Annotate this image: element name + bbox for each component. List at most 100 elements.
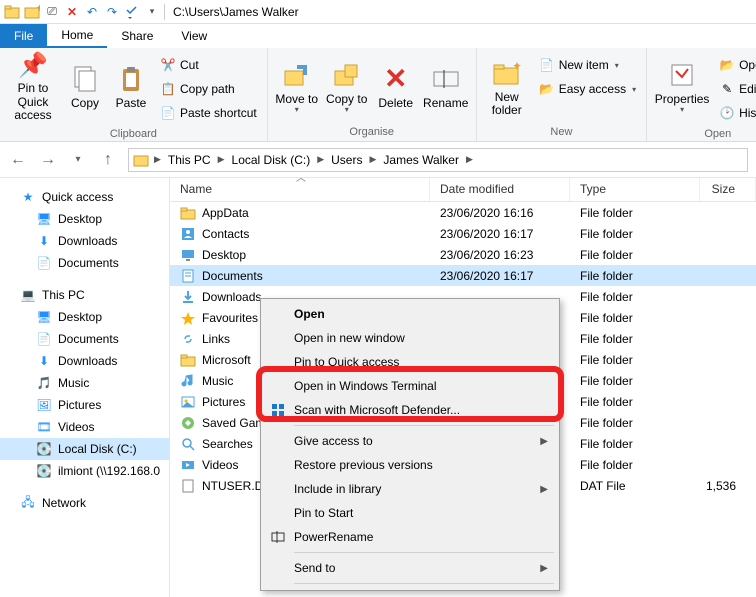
menu-item[interactable]: Scan with Microsoft Defender...: [264, 398, 556, 422]
menu-item[interactable]: Send to▶: [264, 556, 556, 580]
folder-icon[interactable]: [4, 4, 20, 20]
sidebar-item-music[interactable]: 🎵Music: [0, 372, 169, 394]
chevron-right-icon[interactable]: ▶: [314, 154, 327, 165]
sidebar-item-network[interactable]: 🖧Network: [0, 492, 169, 514]
breadcrumb-seg-3[interactable]: James Walker: [379, 153, 463, 167]
new-item-button[interactable]: 📄New item▾: [535, 54, 640, 76]
rename-button[interactable]: Rename: [422, 52, 470, 122]
menu-item[interactable]: Open: [264, 302, 556, 326]
table-row[interactable]: AppData23/06/2020 16:16File folder: [170, 202, 756, 223]
file-type: DAT File: [570, 479, 700, 493]
chevron-right-icon[interactable]: ▶: [366, 154, 379, 165]
sidebar-item-pictures[interactable]: 🖼Pictures: [0, 394, 169, 416]
table-row[interactable]: Desktop23/06/2020 16:23File folder: [170, 244, 756, 265]
paste-button[interactable]: Paste: [110, 52, 152, 122]
column-size[interactable]: Size: [700, 178, 756, 201]
rename-icon: [430, 63, 462, 95]
documents-icon: 📄: [36, 331, 52, 347]
breadcrumb-seg-1[interactable]: Local Disk (C:): [228, 153, 315, 167]
history-button[interactable]: 🕑History: [715, 102, 756, 124]
menu-item[interactable]: Include in library▶: [264, 477, 556, 501]
table-row[interactable]: Documents23/06/2020 16:17File folder: [170, 265, 756, 286]
sidebar-item-this-pc[interactable]: 💻This PC: [0, 284, 169, 306]
menu-item[interactable]: Restore previous versions: [264, 453, 556, 477]
sidebar-item-desktop2[interactable]: 🖥Desktop: [0, 306, 169, 328]
sidebar-item-desktop[interactable]: 🖥Desktop: [0, 208, 169, 230]
redo-icon[interactable]: ↷: [104, 4, 120, 20]
file-name: Favourites: [202, 311, 258, 325]
menu-item-label: Pin to Quick access: [294, 355, 399, 369]
sidebar-item-documents2[interactable]: 📄Documents: [0, 328, 169, 350]
undo-icon[interactable]: ↶: [84, 4, 100, 20]
downloads-icon: [180, 289, 196, 305]
chevron-right-icon: ▶: [540, 436, 548, 447]
column-type[interactable]: Type: [570, 178, 700, 201]
sidebar-item-downloads2[interactable]: ⬇Downloads: [0, 350, 169, 372]
easy-access-button[interactable]: 📂Easy access▾: [535, 78, 640, 100]
up-button[interactable]: ↑: [98, 150, 118, 170]
tab-share[interactable]: Share: [107, 24, 167, 48]
copypath-icon: 📋: [160, 81, 176, 97]
menu-item-label: Open in Windows Terminal: [294, 379, 437, 393]
sidebar-item-quick-access[interactable]: ★Quick access: [0, 186, 169, 208]
file-date: 23/06/2020 16:17: [430, 227, 570, 241]
file-name: Documents: [202, 269, 263, 283]
column-name[interactable]: Name: [170, 178, 430, 201]
menu-item-label: Give access to: [294, 434, 373, 448]
powerrename-icon: [270, 529, 286, 545]
forward-button[interactable]: →: [38, 150, 58, 170]
paste-shortcut-button[interactable]: 📄Paste shortcut: [156, 102, 261, 124]
moveto-icon: [281, 59, 313, 91]
sidebar-item-documents[interactable]: 📄Documents: [0, 252, 169, 274]
breadcrumb-seg-2[interactable]: Users: [327, 153, 366, 167]
menu-item[interactable]: Pin to Quick access: [264, 350, 556, 374]
menu-item[interactable]: PowerRename: [264, 525, 556, 549]
sidebar-item-local-disk[interactable]: 💽Local Disk (C:): [0, 438, 169, 460]
menu-item[interactable]: Pin to Start: [264, 501, 556, 525]
recent-dropdown[interactable]: ▾: [68, 150, 88, 170]
menu-item-label: Open in new window: [294, 331, 405, 345]
qat-dropdown-icon[interactable]: ▾: [144, 4, 160, 20]
chevron-right-icon[interactable]: ▶: [215, 154, 228, 165]
chevron-right-icon[interactable]: ▶: [463, 154, 476, 165]
sidebar-item-downloads[interactable]: ⬇Downloads: [0, 230, 169, 252]
folder-icon: [180, 352, 196, 368]
back-button[interactable]: ←: [8, 150, 28, 170]
unpin-icon[interactable]: ⎚: [44, 4, 60, 20]
menu-item[interactable]: Open in new window: [264, 326, 556, 350]
newfolder-icon[interactable]: ✦: [24, 4, 40, 20]
table-row[interactable]: Contacts23/06/2020 16:17File folder: [170, 223, 756, 244]
links-icon: [180, 331, 196, 347]
delete-red-icon[interactable]: ✕: [64, 4, 80, 20]
breadcrumb[interactable]: ▶ This PC▶ Local Disk (C:)▶ Users▶ James…: [128, 148, 748, 172]
menu-separator: [294, 583, 554, 584]
delete-button[interactable]: ✕Delete: [374, 52, 418, 122]
tab-home[interactable]: Home: [47, 24, 107, 48]
new-folder-button[interactable]: ✦New folder: [483, 52, 531, 122]
music-icon: 🎵: [36, 375, 52, 391]
sidebar-item-videos[interactable]: 🎞Videos: [0, 416, 169, 438]
edit-button[interactable]: ✎Edit: [715, 78, 756, 100]
properties-button[interactable]: Properties▾: [653, 52, 711, 122]
column-date[interactable]: Date modified: [430, 178, 570, 201]
menu-item[interactable]: Open in Windows Terminal: [264, 374, 556, 398]
cut-button[interactable]: ✂️Cut: [156, 54, 261, 76]
menu-item[interactable]: Give access to ▶: [264, 429, 556, 453]
copy-button[interactable]: Copy: [64, 52, 106, 122]
copy-path-button[interactable]: 📋Copy path: [156, 78, 261, 100]
ribbon-tabs: File Home Share View: [0, 24, 756, 48]
move-to-button[interactable]: Move to▾: [274, 52, 320, 122]
open-button[interactable]: 📂Open▾: [715, 54, 756, 76]
menu-separator: [294, 552, 554, 553]
file-type: File folder: [570, 353, 700, 367]
tab-file[interactable]: File: [0, 24, 47, 48]
pin-quick-access-button[interactable]: 📌Pin to Quick access: [6, 52, 60, 122]
copy-to-button[interactable]: Copy to▾: [324, 52, 370, 122]
tab-view[interactable]: View: [167, 24, 221, 48]
ribbon: 📌Pin to Quick access Copy Paste ✂️Cut 📋C…: [0, 48, 756, 142]
breadcrumb-seg-0[interactable]: This PC: [164, 153, 215, 167]
check-dropdown-icon[interactable]: [124, 4, 140, 20]
chevron-right-icon[interactable]: ▶: [151, 154, 164, 165]
pictures-icon: 🖼: [36, 397, 52, 413]
sidebar-item-ilmiont[interactable]: 💽ilmiont (\\192.168.0: [0, 460, 169, 482]
